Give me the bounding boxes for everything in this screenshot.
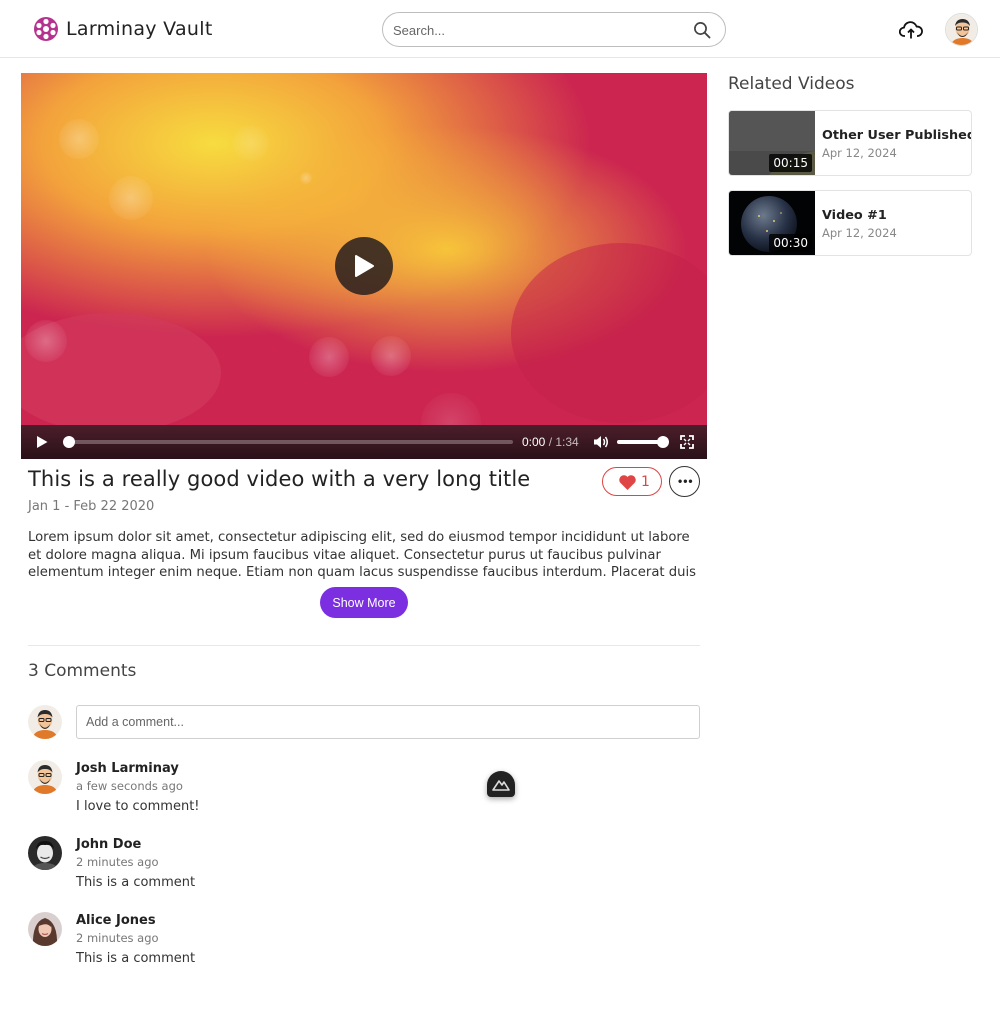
search-box: [382, 12, 726, 47]
related-video-card[interactable]: 00:30 Video #1 Apr 12, 2024: [728, 190, 972, 256]
like-count: 1: [641, 474, 650, 490]
comment-text: This is a comment: [76, 951, 196, 966]
seek-bar[interactable]: [63, 436, 513, 448]
mountain-icon: [492, 780, 510, 791]
ellipsis-icon: •••: [678, 474, 694, 488]
video-title: This is a really good video with a very …: [28, 467, 531, 491]
comment-author[interactable]: John Doe: [76, 837, 141, 852]
seek-handle[interactable]: [63, 436, 75, 448]
more-options-button[interactable]: •••: [669, 466, 700, 497]
play-icon: [355, 255, 374, 277]
time-display: 0:00 / 1:34: [522, 435, 579, 449]
video-thumbnail: 00:15: [729, 111, 815, 175]
comment-author[interactable]: Josh Larminay: [76, 761, 179, 776]
divider: [28, 645, 700, 646]
volume-handle[interactable]: [657, 436, 669, 448]
comments-heading: 3 Comments: [28, 661, 137, 681]
user-avatar[interactable]: [945, 13, 978, 46]
logo-icon[interactable]: [33, 16, 59, 42]
related-heading: Related Videos: [728, 74, 855, 94]
player-controls: 0:00 / 1:34: [21, 425, 707, 459]
comment-text: I love to comment!: [76, 799, 200, 814]
search-icon[interactable]: [693, 21, 711, 39]
comment-time: 2 minutes ago: [76, 931, 159, 945]
avatar: [28, 760, 62, 794]
related-video-title: Other User Published: [822, 128, 972, 143]
avatar: [28, 912, 62, 946]
video-description: Lorem ipsum dolor sit amet, consectetur …: [28, 530, 697, 580]
video-thumbnail: 00:30: [729, 191, 815, 255]
video-duration: 00:30: [769, 234, 812, 252]
top-bar: Larminay Vault: [0, 0, 1000, 58]
comment-text: This is a comment: [76, 875, 196, 890]
comment-time: 2 minutes ago: [76, 855, 159, 869]
play-icon[interactable]: [35, 435, 49, 449]
fullscreen-icon[interactable]: [680, 435, 694, 449]
related-video-date: Apr 12, 2024: [822, 226, 897, 240]
video-duration: 00:15: [769, 154, 812, 172]
heart-icon: [619, 475, 636, 490]
video-date: Jan 1 - Feb 22 2020: [28, 499, 155, 514]
avatar: [28, 836, 62, 870]
search-input[interactable]: [393, 19, 683, 41]
total-duration: / 1:34: [548, 435, 579, 449]
show-more-button[interactable]: Show More: [320, 587, 408, 618]
current-user-avatar: [28, 705, 62, 739]
brand-name[interactable]: Larminay Vault: [66, 18, 213, 40]
volume-slider[interactable]: [617, 436, 669, 448]
comment-input[interactable]: [76, 705, 700, 739]
comment-author[interactable]: Alice Jones: [76, 913, 156, 928]
related-video-date: Apr 12, 2024: [822, 146, 897, 160]
volume-icon[interactable]: [593, 434, 609, 450]
related-video-card[interactable]: 00:15 Other User Published Apr 12, 2024: [728, 110, 972, 176]
video-player[interactable]: 0:00 / 1:34: [21, 73, 707, 459]
play-overlay-button[interactable]: [335, 237, 393, 295]
upload-cloud-icon[interactable]: [899, 19, 923, 41]
current-time: 0:00: [522, 435, 546, 449]
like-button[interactable]: 1: [602, 467, 662, 496]
devtools-badge[interactable]: [487, 771, 515, 797]
related-video-title: Video #1: [822, 208, 887, 223]
comment-time: a few seconds ago: [76, 779, 183, 793]
